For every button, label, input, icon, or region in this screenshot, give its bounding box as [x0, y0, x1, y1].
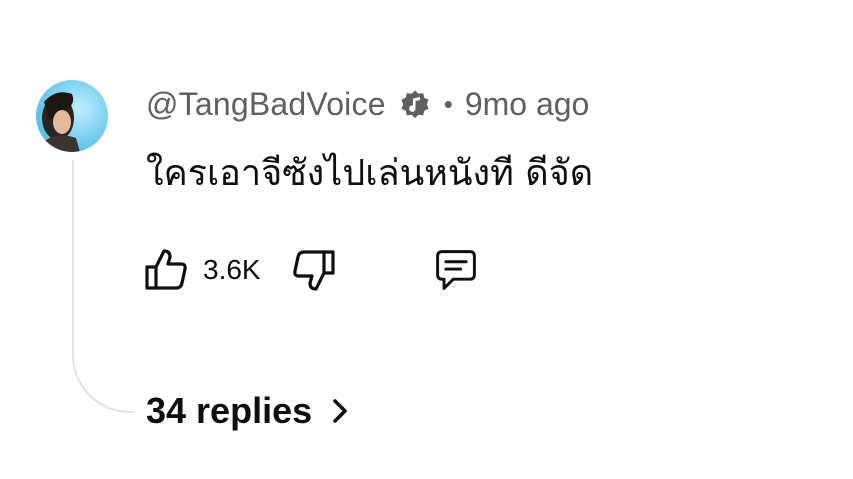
- view-replies-button[interactable]: 34 replies: [146, 390, 350, 432]
- thumbs-down-icon: [292, 250, 335, 291]
- music-note-badge-icon: [398, 87, 432, 121]
- like-count: 3.6K: [203, 254, 261, 285]
- avatar[interactable]: [36, 80, 108, 152]
- reply-button[interactable]: [433, 247, 479, 293]
- reply-comment-icon: [435, 250, 476, 290]
- comment-text: ใครเอาจีซังไปเล่นหนังที ดีจัด: [146, 153, 594, 194]
- comment-header: @TangBadVoice • 9mo ago: [146, 84, 589, 124]
- thumbs-up-icon: [145, 249, 187, 290]
- replies-count-label: 34 replies: [146, 390, 313, 431]
- reply-thread-line: [72, 160, 134, 413]
- comment-card: @TangBadVoice • 9mo ago ใครเอาจีซังไปเล่…: [0, 0, 853, 479]
- chevron-right-icon: [330, 396, 350, 426]
- separator-dot: •: [443, 88, 453, 119]
- comment-timestamp[interactable]: 9mo ago: [465, 86, 590, 123]
- dislike-button[interactable]: [291, 247, 337, 293]
- like-button[interactable]: [143, 247, 189, 293]
- comment-actions: 3.6K: [143, 244, 479, 296]
- author-handle[interactable]: @TangBadVoice: [146, 86, 386, 123]
